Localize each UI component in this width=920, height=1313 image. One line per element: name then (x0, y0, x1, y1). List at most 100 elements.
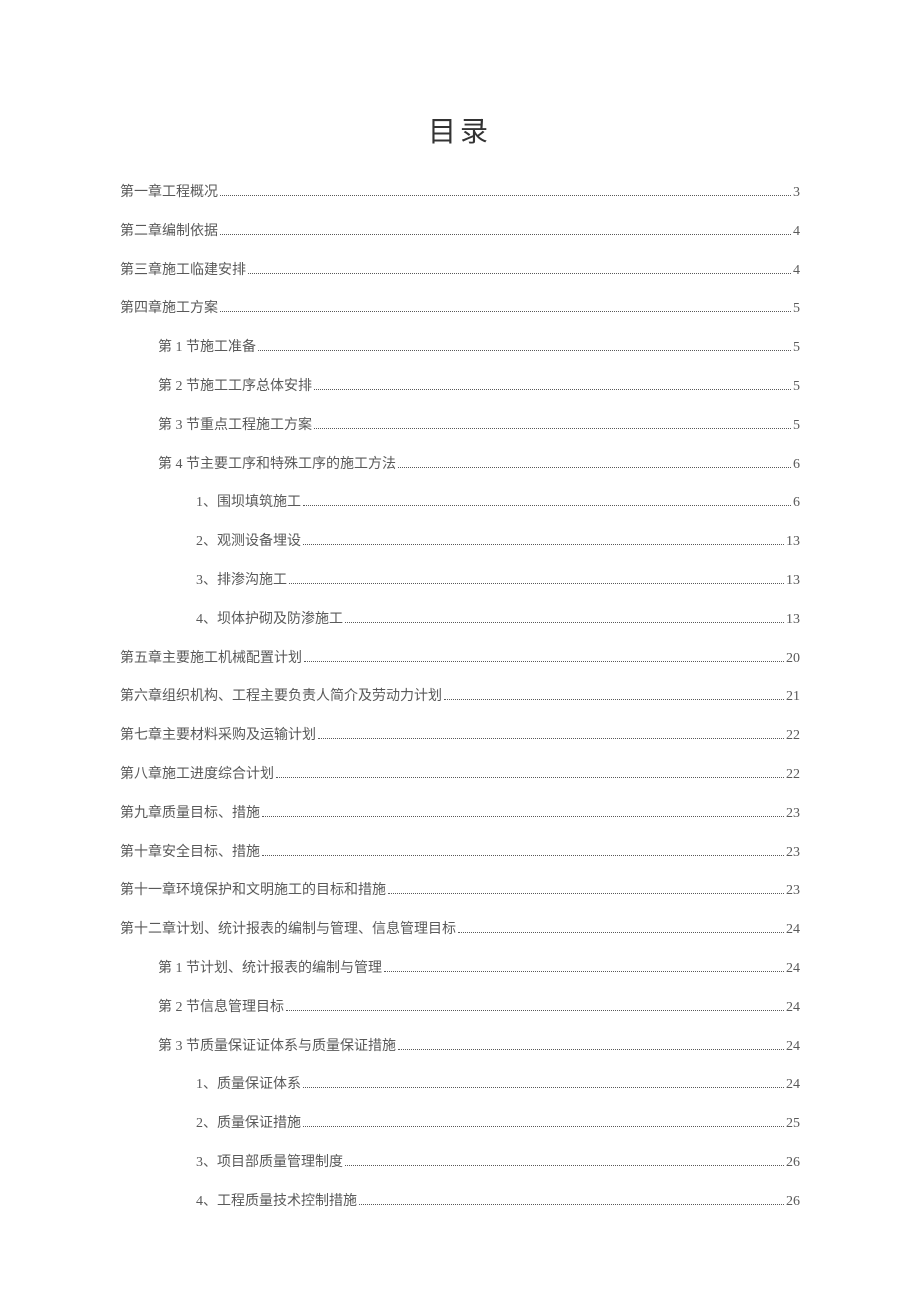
toc-leader-dots (345, 1165, 784, 1166)
toc-label: 4、工程质量技术控制措施 (196, 1194, 357, 1211)
toc-label: 4、坝体护砌及防渗施工 (196, 612, 343, 629)
toc-entry: 第七章主要材料采购及运输计划 22 (120, 728, 800, 745)
toc-label: 2、观测设备埋设 (196, 534, 301, 551)
toc-leader-dots (314, 389, 791, 390)
toc-label: 第九章质量目标、措施 (120, 806, 260, 823)
toc-page-number: 6 (793, 495, 800, 512)
toc-label: 第二章编制依据 (120, 224, 218, 241)
table-of-contents: 第一章工程概况 3 第二章编制依据 4 第三章施工临建安排 4 第四章施工方案5 第 1 节施… (120, 185, 800, 1211)
toc-label: 第三章施工临建安排 (120, 263, 246, 280)
toc-leader-dots (384, 971, 784, 972)
toc-page-number: 24 (786, 1077, 800, 1094)
toc-label: 第七章主要材料采购及运输计划 (120, 728, 316, 745)
toc-entry: 第 1 节计划、统计报表的编制与管理 24 (120, 961, 800, 978)
toc-leader-dots (303, 1087, 784, 1088)
toc-page-number: 26 (786, 1155, 800, 1172)
toc-entry: 4、坝体护砌及防渗施工 13 (120, 612, 800, 629)
toc-page-number: 23 (786, 845, 800, 862)
toc-page-number: 4 (793, 263, 800, 280)
toc-page-number: 22 (786, 728, 800, 745)
toc-entry: 第十二章计划、统计报表的编制与管理、信息管理目标 24 (120, 922, 800, 939)
toc-entry: 2、质量保证措施 25 (120, 1116, 800, 1133)
toc-page-number: 6 (793, 457, 800, 474)
toc-page-number: 24 (786, 1000, 800, 1017)
toc-label: 第十二章计划、统计报表的编制与管理、信息管理目标 (120, 922, 456, 939)
toc-leader-dots (359, 1204, 784, 1205)
toc-leader-dots (314, 428, 791, 429)
toc-label: 第五章主要施工机械配置计划 (120, 651, 302, 668)
toc-entry: 第 1 节施工准备 5 (120, 340, 800, 357)
toc-leader-dots (303, 505, 791, 506)
toc-entry: 第 3 节重点工程施工方案 5 (120, 418, 800, 435)
toc-leader-dots (388, 893, 784, 894)
toc-leader-dots (248, 273, 791, 274)
toc-label: 第 3 节重点工程施工方案 (158, 418, 312, 435)
toc-entry: 第 2 节施工工序总体安排 5 (120, 379, 800, 396)
toc-leader-dots (220, 234, 791, 235)
toc-leader-dots (258, 350, 791, 351)
toc-label: 2、质量保证措施 (196, 1116, 301, 1133)
toc-label: 第 1 节施工准备 (158, 340, 256, 357)
toc-leader-dots (345, 622, 784, 623)
toc-entry: 1、围坝填筑施工 6 (120, 495, 800, 512)
toc-page-number: 24 (786, 922, 800, 939)
toc-entry: 第三章施工临建安排 4 (120, 263, 800, 280)
toc-entry: 第十一章环境保护和文明施工的目标和措施 23 (120, 883, 800, 900)
toc-page-number: 21 (786, 689, 800, 706)
toc-leader-dots (303, 544, 784, 545)
toc-label: 第 3 节质量保证证体系与质量保证措施 (158, 1039, 396, 1056)
toc-leader-dots (220, 195, 791, 196)
toc-page-number: 13 (786, 612, 800, 629)
toc-page-number: 5 (793, 301, 800, 318)
toc-leader-dots (262, 816, 784, 817)
toc-entry: 第五章主要施工机械配置计划 20 (120, 651, 800, 668)
toc-page-number: 13 (786, 573, 800, 590)
toc-leader-dots (458, 932, 784, 933)
toc-entry: 第 4 节主要工序和特殊工序的施工方法 6 (120, 457, 800, 474)
toc-page-number: 5 (793, 418, 800, 435)
toc-entry: 第八章施工进度综合计划22 (120, 767, 800, 784)
toc-entry: 第 2 节信息管理目标 24 (120, 1000, 800, 1017)
toc-label: 1、围坝填筑施工 (196, 495, 301, 512)
toc-page-number: 25 (786, 1116, 800, 1133)
toc-label: 第 2 节信息管理目标 (158, 1000, 284, 1017)
toc-label: 第 1 节计划、统计报表的编制与管理 (158, 961, 382, 978)
toc-leader-dots (303, 1126, 784, 1127)
toc-label: 第 2 节施工工序总体安排 (158, 379, 312, 396)
toc-page-number: 26 (786, 1194, 800, 1211)
toc-page-number: 24 (786, 1039, 800, 1056)
toc-page-number: 23 (786, 806, 800, 823)
toc-entry: 第二章编制依据 4 (120, 224, 800, 241)
toc-label: 3、排渗沟施工 (196, 573, 287, 590)
toc-page-number: 23 (786, 883, 800, 900)
toc-leader-dots (286, 1010, 784, 1011)
toc-page-number: 20 (786, 651, 800, 668)
toc-page-number: 13 (786, 534, 800, 551)
toc-page-number: 3 (793, 185, 800, 202)
toc-entry: 1、质量保证体系 24 (120, 1077, 800, 1094)
toc-label: 第八章施工进度综合计划 (120, 767, 274, 784)
toc-entry: 第四章施工方案5 (120, 301, 800, 318)
toc-label: 第十一章环境保护和文明施工的目标和措施 (120, 883, 386, 900)
page-title: 目录 (120, 110, 800, 150)
toc-page-number: 5 (793, 379, 800, 396)
toc-label: 第六章组织机构、工程主要负责人简介及劳动力计划 (120, 689, 442, 706)
toc-entry: 4、工程质量技术控制措施 26 (120, 1194, 800, 1211)
toc-label: 第 4 节主要工序和特殊工序的施工方法 (158, 457, 396, 474)
toc-entry: 第六章组织机构、工程主要负责人简介及劳动力计划 21 (120, 689, 800, 706)
toc-label: 第十章安全目标、措施 (120, 845, 260, 862)
toc-entry: 2、观测设备埋设 13 (120, 534, 800, 551)
toc-label: 1、质量保证体系 (196, 1077, 301, 1094)
toc-leader-dots (444, 699, 784, 700)
toc-leader-dots (304, 661, 784, 662)
toc-page-number: 5 (793, 340, 800, 357)
toc-label: 第一章工程概况 (120, 185, 218, 202)
toc-entry: 3、排渗沟施工 13 (120, 573, 800, 590)
toc-label: 3、项目部质量管理制度 (196, 1155, 343, 1172)
toc-page-number: 4 (793, 224, 800, 241)
toc-entry: 3、项目部质量管理制度 26 (120, 1155, 800, 1172)
toc-page-number: 24 (786, 961, 800, 978)
toc-leader-dots (318, 738, 784, 739)
toc-entry: 第 3 节质量保证证体系与质量保证措施 24 (120, 1039, 800, 1056)
toc-entry: 第九章质量目标、措施 23 (120, 806, 800, 823)
